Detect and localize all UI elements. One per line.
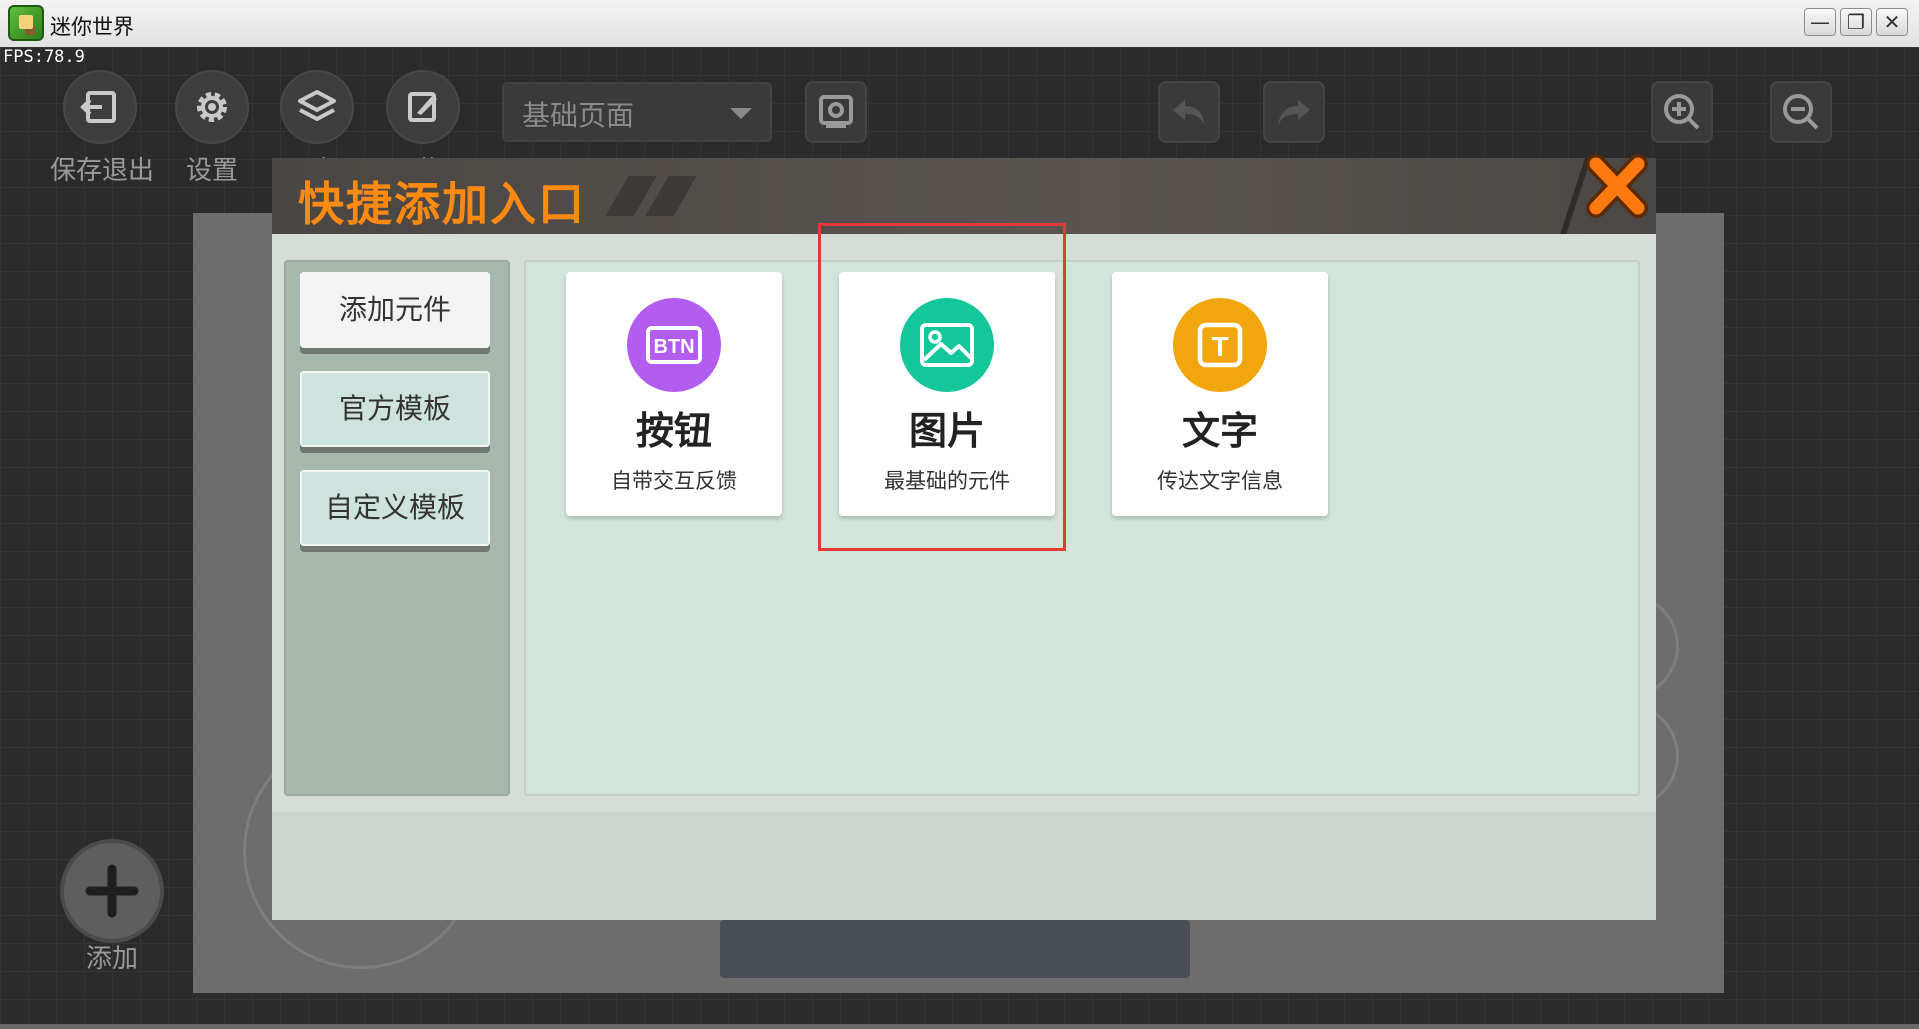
highlight-box (818, 223, 1066, 551)
close-icon (1586, 154, 1648, 218)
dialog-footer (272, 812, 1656, 920)
zoom-in-button[interactable] (1651, 81, 1713, 143)
undo-icon (1173, 100, 1205, 125)
settings-label: 设置 (185, 156, 238, 186)
window-titlebar: 迷你世界 — ❐ ✕ (0, 0, 1919, 48)
gear-icon (175, 70, 249, 144)
redo-button[interactable] (1263, 81, 1325, 143)
btn-icon: BTN (627, 298, 721, 392)
header-decoration (645, 176, 697, 216)
svg-text:T: T (1211, 331, 1228, 362)
page-manage-icon (819, 95, 853, 128)
edit-icon (386, 70, 460, 144)
window-bottom-border (0, 1024, 1919, 1029)
layers-icon (280, 70, 354, 144)
component-card-button[interactable]: BTN 按钮 自带交互反馈 (566, 272, 782, 516)
window-title: 迷你世界 (50, 15, 134, 39)
chevron-down-icon (730, 108, 752, 119)
component-card-text[interactable]: T 文字 传达文字信息 (1112, 272, 1328, 516)
fps-counter: FPS:78.9 (3, 47, 85, 67)
save-exit-label: 保存退出 (50, 156, 155, 186)
close-dialog-button[interactable] (1584, 150, 1650, 222)
save-exit-button[interactable]: 保存退出 (50, 70, 155, 187)
page-select-value: 基础页面 (522, 99, 635, 132)
page-select-dropdown[interactable]: 基础页面 (502, 82, 772, 142)
zoom-in-icon (1664, 94, 1700, 130)
card-title: 按钮 (635, 409, 712, 453)
card-description: 传达文字信息 (1157, 469, 1283, 493)
tab-custom-template[interactable]: 自定义模板 (300, 470, 490, 546)
app-logo-icon (8, 5, 44, 41)
close-window-button[interactable]: ✕ (1876, 8, 1908, 36)
settings-button[interactable]: 设置 (162, 70, 262, 187)
text-icon: T (1173, 298, 1267, 392)
zoom-out-button[interactable] (1770, 81, 1832, 143)
tab-add-component[interactable]: 添加元件 (300, 272, 490, 348)
component-grid: BTN 按钮 自带交互反馈 图片 最基础的元件 T 文字 传达文字信息 (524, 260, 1640, 796)
page-manage-button[interactable] (805, 81, 867, 143)
maximize-button[interactable]: ❐ (1840, 8, 1872, 36)
card-description: 自带交互反馈 (611, 469, 737, 493)
dialog-title: 快捷添加入口 (298, 177, 586, 231)
undo-button[interactable] (1158, 81, 1220, 143)
plus-icon (85, 864, 139, 918)
svg-text:BTN: BTN (653, 336, 694, 358)
zoom-out-icon (1783, 94, 1819, 130)
tab-official-template[interactable]: 官方模板 (300, 371, 490, 447)
add-button[interactable] (64, 843, 160, 939)
add-label: 添加 (85, 944, 138, 974)
minimize-button[interactable]: — (1804, 8, 1836, 36)
hotbar-ghost (720, 920, 1190, 978)
redo-icon (1278, 100, 1310, 125)
card-title: 文字 (1181, 409, 1258, 453)
exit-icon (63, 70, 137, 144)
dialog-sidebar: 添加元件 官方模板 自定义模板 (284, 260, 510, 796)
